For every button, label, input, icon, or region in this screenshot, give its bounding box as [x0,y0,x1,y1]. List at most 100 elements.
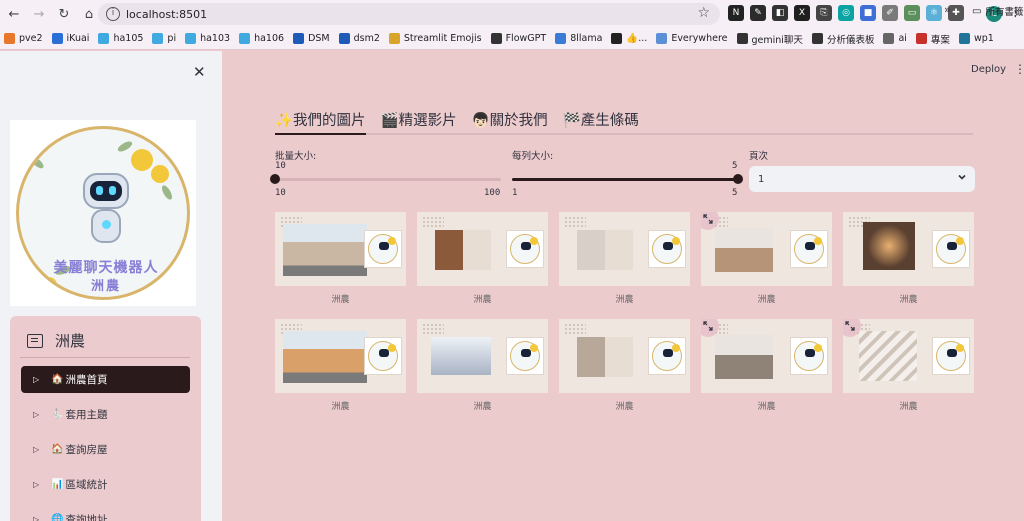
logo-text-line1: 美麗聊天機器人 [53,260,159,276]
x-ext-icon[interactable]: X [794,5,810,21]
notion-ext-icon[interactable]: N [728,5,744,21]
mini-lemon-decoration [530,344,538,352]
sidebar-item-3[interactable]: ▷ 🏠 查詢房屋 [21,436,190,463]
gallery-image[interactable] [417,212,548,286]
bookmark-label: pi [167,33,177,44]
row-size-thumb[interactable] [733,174,743,184]
bookmark-label: 專案 [930,34,950,46]
all-bookmarks-folder[interactable]: ▭ 所有書籤 [972,4,1023,19]
tab-3[interactable]: 👦🏻關於我們 [472,109,548,133]
tab-ext-icon[interactable]: ◧ [772,5,788,21]
back-arrow-icon[interactable]: ← [3,3,25,25]
gallery-image[interactable] [417,319,548,393]
url-text: localhost:8501 [126,7,208,21]
image-caption: 洲農 [331,295,350,305]
bookmark-item[interactable]: wp1 [958,33,994,44]
robot-body [91,209,121,243]
bookmarks-overflow-button[interactable]: » [944,3,951,16]
bookmark-item[interactable]: DSM [293,33,330,44]
bookmark-favicon-icon [958,33,970,44]
lens-ext-icon[interactable]: ◎ [838,5,854,21]
bookmark-item[interactable]: gemini聊天 [736,32,803,46]
bookmark-favicon-icon [656,33,668,44]
sidebar-item-4[interactable]: ▷ 📊 區域統計 [21,471,190,498]
docs-ext-icon[interactable]: ✎ [750,5,766,21]
bookmark-item[interactable]: pve2 [4,33,43,44]
menu-title: 洲農 [55,332,86,350]
tab-1[interactable]: ✨我們的圖片 [275,109,366,135]
gallery-image[interactable] [275,212,406,286]
row-size-slider[interactable]: 5 [512,161,743,184]
tab-2[interactable]: 🎬精選影片 [381,109,457,133]
forward-arrow-icon[interactable]: → [28,3,50,25]
image-caption: 洲農 [899,402,918,412]
gallery-image[interactable] [275,319,406,393]
bookmark-item[interactable]: ha106 [239,33,284,44]
main-menu-icon[interactable]: ⋮ [1014,62,1024,76]
pen-ext-icon[interactable]: ✐ [882,5,898,21]
bookmark-favicon-icon [338,33,350,44]
gallery-image[interactable] [843,212,974,286]
chat-ext-icon[interactable]: ▭ [904,5,920,21]
gallery-image[interactable] [701,319,832,393]
mini-lemon-decoration [814,237,822,245]
robot-core [102,220,111,229]
bookmark-item[interactable]: 👍... [611,33,647,44]
bookmark-label: wp1 [973,33,994,44]
batch-size-label: 批量大小: [275,151,317,162]
bookmark-item[interactable]: dsm2 [338,33,380,44]
bookmark-favicon-icon [883,33,895,44]
property-photo [283,331,367,383]
bookmark-label: Everywhere [671,33,728,44]
logo-card [932,230,970,268]
mini-lemon-decoration [672,344,680,352]
close-sidebar-icon[interactable]: ✕ [193,63,206,81]
property-photo [435,230,491,270]
bookmark-item[interactable]: pi [152,33,176,44]
bookmark-favicon-icon [611,33,623,44]
home-icon[interactable]: ⌂ [78,3,100,25]
bookmark-item[interactable]: FlowGPT [490,33,546,44]
page-select[interactable]: 1 [749,166,975,192]
note-ext-icon[interactable]: ■ [860,5,876,21]
site-info-icon[interactable]: i [106,7,120,21]
gallery-image[interactable] [559,319,690,393]
robot-head [83,173,129,209]
browser-toolbar: ← → ↻ ⌂ i localhost:8501 ☆ N ✎ ◧ X ⎘ ◎ ■ ✐ ▭ ⚛ ✚ L… [0,0,1024,28]
address-bar[interactable]: i localhost:8501 ☆ [98,3,720,25]
gallery-image[interactable] [701,212,832,286]
mini-robot-logo [936,341,966,371]
bookmark-item[interactable]: ha105 [98,33,143,44]
sidebar-item-label: 套用主題 [65,409,108,421]
bookmark-item[interactable]: 專案 [915,32,950,46]
bookmark-label: dsm2 [353,33,380,44]
bookmark-item[interactable]: 分析儀表板 [811,32,874,46]
batch-size-slider[interactable]: 10 [270,161,501,184]
bookmark-favicon-icon [239,33,251,44]
tab-4[interactable]: 🏁產生條碼 [563,109,639,133]
sidebar-item-5[interactable]: ▷ 🌐 查詢地址 [21,506,190,521]
bookmark-item[interactable]: ai [883,33,907,44]
gallery-image[interactable] [843,319,974,393]
deploy-button[interactable]: Deploy [971,64,1006,75]
sidebar-item-1[interactable]: ▷ 🏠 洲農首頁 [21,366,190,393]
bookmark-label: iKuai [66,33,90,44]
batch-size-thumb[interactable] [270,174,280,184]
bookmark-item[interactable]: ha103 [185,33,230,44]
logo-card [790,230,828,268]
gallery-image[interactable] [559,212,690,286]
copy-ext-icon[interactable]: ⎘ [816,5,832,21]
bookmark-item[interactable]: iKuai [51,33,90,44]
bookmark-star-icon[interactable]: ☆ [697,5,710,21]
sidebar-item-2[interactable]: ▷ 🐇 套用主題 [21,401,190,428]
mini-robot-face [663,242,673,250]
reload-icon[interactable]: ↻ [53,3,75,25]
bookmark-item[interactable]: Everywhere [656,33,728,44]
mini-robot-face [947,349,957,357]
mini-robot-face [379,242,389,250]
mini-robot-logo [936,234,966,264]
react-ext-icon[interactable]: ⚛ [926,5,942,21]
bookmark-label: pve2 [19,33,43,44]
bookmark-item[interactable]: Streamlit Emojis [388,33,482,44]
bookmark-item[interactable]: 8llama [555,33,602,44]
